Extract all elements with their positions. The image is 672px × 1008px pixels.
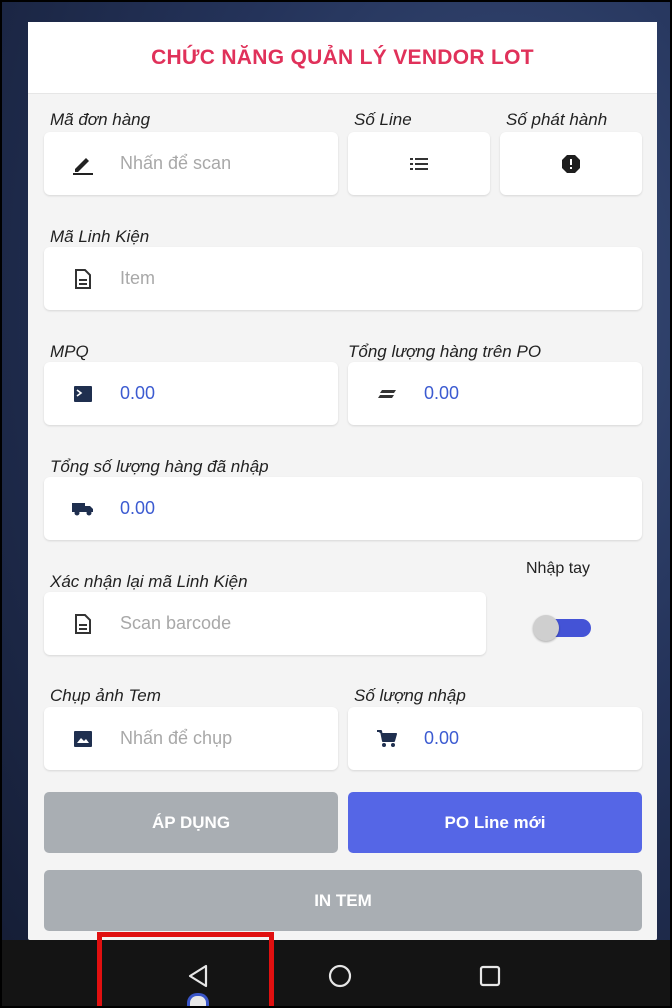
photo-field[interactable]: Nhấn để chụp <box>44 707 338 770</box>
order-label: Mã đơn hàng <box>50 110 151 129</box>
manual-input-label: Nhập tay <box>526 560 591 577</box>
alert-circle-icon <box>560 153 582 175</box>
part-code-label: Mã Linh Kiện <box>50 227 150 246</box>
truck-icon <box>72 498 94 520</box>
image-icon <box>72 728 94 750</box>
touch-indicator <box>187 993 209 1008</box>
quantity-label: Số lượng nhập <box>354 686 466 705</box>
new-po-line-button[interactable]: PO Line mới <box>348 792 642 853</box>
photo-placeholder: Nhấn để chụp <box>120 728 233 748</box>
confirm-part-label: Xác nhận lại mã Linh Kiện <box>50 572 248 591</box>
mpq-value: 0.00 <box>120 383 156 403</box>
mpq-field[interactable]: 0.00 <box>44 362 338 425</box>
quantity-field[interactable]: 0.00 <box>348 707 642 770</box>
order-placeholder: Nhấn để scan <box>120 153 232 173</box>
pencil-icon <box>72 153 94 175</box>
line-field[interactable] <box>348 132 490 195</box>
manual-input-toggle[interactable] <box>533 614 593 641</box>
equals-icon <box>376 383 398 405</box>
home-circle-icon[interactable] <box>326 962 354 990</box>
po-total-field[interactable]: 0.00 <box>348 362 642 425</box>
toggle-knob <box>533 615 559 641</box>
received-total-field[interactable]: 0.00 <box>44 477 642 540</box>
recents-square-icon[interactable] <box>476 962 504 990</box>
confirm-part-input[interactable]: Scan barcode <box>44 592 486 655</box>
received-total-label: Tổng số lượng hàng đã nhập <box>50 457 269 476</box>
release-field[interactable] <box>500 132 642 195</box>
po-total-value: 0.00 <box>424 383 460 403</box>
part-code-placeholder: Item <box>120 268 156 288</box>
line-label: Số Line <box>354 110 412 129</box>
quantity-value: 0.00 <box>424 728 460 748</box>
document-icon <box>72 268 94 290</box>
document-icon <box>72 613 94 635</box>
page-title: CHỨC NĂNG QUẢN LÝ VENDOR LOT <box>151 45 534 69</box>
mpq-label: MPQ <box>50 342 89 361</box>
po-total-label: Tổng lượng hàng trên PO <box>348 342 542 361</box>
received-total-value: 0.00 <box>120 498 156 518</box>
apply-button[interactable]: ÁP DỤNG <box>44 792 338 853</box>
release-label: Số phát hành <box>506 110 608 129</box>
vendor-lot-panel: CHỨC NĂNG QUẢN LÝ VENDOR LOT Mã đơn hàng… <box>28 22 657 940</box>
panel-header: CHỨC NĂNG QUẢN LÝ VENDOR LOT <box>28 22 657 94</box>
back-button-highlight <box>97 932 274 1008</box>
list-icon <box>408 153 430 175</box>
part-code-input[interactable]: Item <box>44 247 642 310</box>
terminal-icon <box>72 383 94 405</box>
order-scan-field[interactable]: Nhấn để scan <box>44 132 338 195</box>
print-label-button[interactable]: IN TEM <box>44 870 642 931</box>
confirm-part-placeholder: Scan barcode <box>120 613 232 633</box>
cart-icon <box>376 728 398 750</box>
photo-label: Chụp ảnh Tem <box>50 686 161 705</box>
